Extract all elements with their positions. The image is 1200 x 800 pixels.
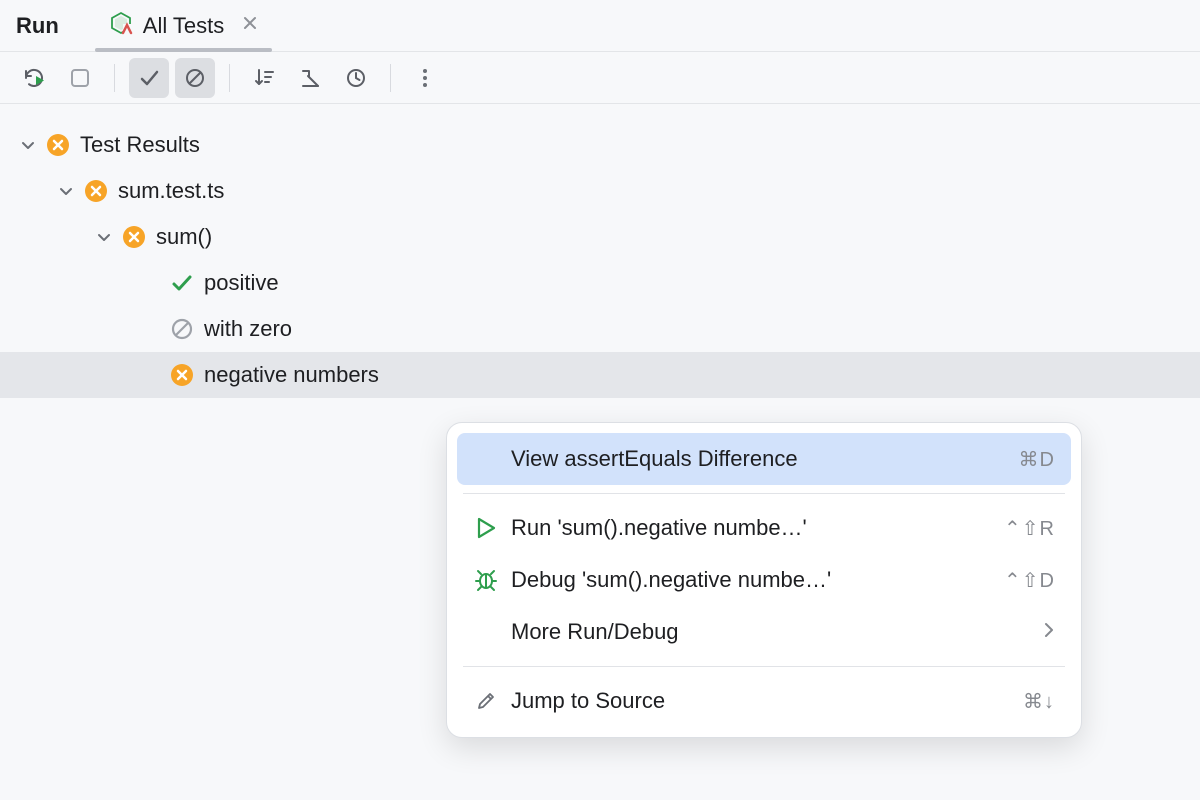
context-menu: View assertEquals Difference ⌘D Run 'sum…: [446, 422, 1082, 738]
chevron-down-icon: [58, 183, 74, 199]
tab-run[interactable]: Run: [14, 0, 71, 51]
tab-run-label: Run: [16, 13, 59, 39]
tab-all-tests[interactable]: All Tests: [95, 0, 273, 51]
tabbar: Run All Tests: [0, 0, 1200, 52]
menu-jump-shortcut: ⌘↓: [1023, 689, 1055, 714]
tree-suite[interactable]: sum(): [0, 214, 1200, 260]
menu-view-diff[interactable]: View assertEquals Difference ⌘D: [457, 433, 1071, 485]
fail-icon: [170, 363, 194, 387]
fail-icon: [122, 225, 146, 249]
tree-suite-label: sum(): [156, 224, 212, 250]
fail-icon: [46, 133, 70, 157]
toolbar: [0, 52, 1200, 104]
pencil-icon: [473, 690, 499, 712]
menu-run[interactable]: Run 'sum().negative numbe…' ⌃⇧R: [457, 502, 1071, 554]
skip-icon: [170, 317, 194, 341]
tree-test-fail-label: negative numbers: [204, 362, 379, 388]
history-button[interactable]: [336, 58, 376, 98]
tree-test-pass[interactable]: positive: [0, 260, 1200, 306]
menu-view-diff-label: View assertEquals Difference: [511, 446, 1007, 472]
pass-icon: [170, 271, 194, 295]
play-icon: [473, 517, 499, 539]
tab-all-tests-label: All Tests: [143, 13, 225, 39]
menu-view-diff-shortcut: ⌘D: [1019, 447, 1055, 472]
chevron-down-icon: [96, 229, 112, 245]
menu-debug-label: Debug 'sum().negative numbe…': [511, 567, 992, 593]
sort-button[interactable]: [244, 58, 284, 98]
separator: [114, 64, 115, 92]
menu-separator: [463, 666, 1065, 667]
menu-run-label: Run 'sum().negative numbe…': [511, 515, 992, 541]
tree-test-skip-label: with zero: [204, 316, 292, 342]
separator: [390, 64, 391, 92]
nodejs-icon: [109, 11, 133, 40]
menu-debug-shortcut: ⌃⇧D: [1004, 568, 1055, 593]
close-icon[interactable]: [242, 14, 258, 37]
tree-test-fail[interactable]: negative numbers: [0, 352, 1200, 398]
menu-more-run-debug[interactable]: More Run/Debug: [457, 606, 1071, 658]
separator: [229, 64, 230, 92]
show-ignored-button[interactable]: [175, 58, 215, 98]
menu-more-label: More Run/Debug: [511, 619, 1031, 645]
fail-icon: [84, 179, 108, 203]
menu-jump-to-source[interactable]: Jump to Source ⌘↓: [457, 675, 1071, 727]
menu-run-shortcut: ⌃⇧R: [1004, 516, 1055, 541]
menu-separator: [463, 493, 1065, 494]
chevron-right-icon: [1043, 619, 1055, 645]
test-tree: Test Results sum.test.ts sum() pos: [0, 104, 1200, 416]
rerun-button[interactable]: [14, 58, 54, 98]
menu-debug[interactable]: Debug 'sum().negative numbe…' ⌃⇧D: [457, 554, 1071, 606]
tree-test-pass-label: positive: [204, 270, 279, 296]
tree-root-label: Test Results: [80, 132, 200, 158]
bug-icon: [473, 568, 499, 592]
more-button[interactable]: [405, 58, 445, 98]
chevron-down-icon: [20, 137, 36, 153]
show-passed-button[interactable]: [129, 58, 169, 98]
menu-jump-label: Jump to Source: [511, 688, 1011, 714]
tree-file-label: sum.test.ts: [118, 178, 224, 204]
stop-button[interactable]: [60, 58, 100, 98]
tree-root[interactable]: Test Results: [0, 122, 1200, 168]
tree-file[interactable]: sum.test.ts: [0, 168, 1200, 214]
tree-test-skip[interactable]: with zero: [0, 306, 1200, 352]
collapse-button[interactable]: [290, 58, 330, 98]
